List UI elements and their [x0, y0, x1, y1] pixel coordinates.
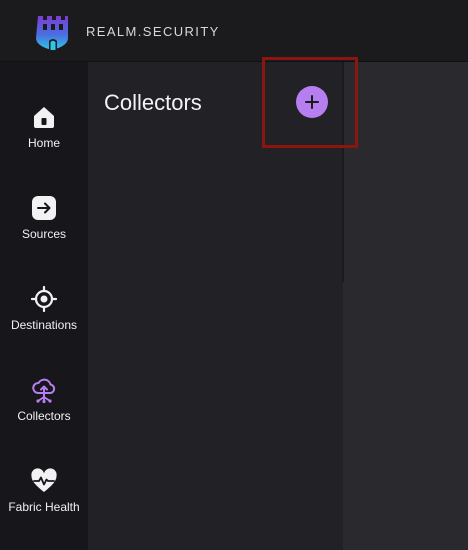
sidebar-item-destinations[interactable]: Destinations: [0, 285, 88, 355]
sidebar-item-label: Collectors: [17, 409, 71, 423]
sidebar-item-collectors[interactable]: Collectors: [0, 376, 88, 446]
top-bar: REALM.SECURITY: [0, 0, 468, 62]
sidebar-item-label: Fabric Health: [8, 500, 80, 514]
collectors-panel: [88, 62, 343, 550]
sidebar-item-home[interactable]: Home: [0, 103, 88, 173]
add-collector-button[interactable]: [296, 86, 328, 118]
home-icon: [34, 107, 54, 128]
page-title: Collectors: [104, 90, 202, 115]
sidebar: Home Sources Destinations Collectors Fab…: [0, 62, 88, 550]
main-content-area: [344, 62, 468, 550]
sidebar-item-label: Home: [27, 136, 60, 150]
sidebar-item-label: Sources: [21, 227, 67, 241]
heart-pulse-icon: [31, 468, 57, 492]
brand-name: REALM.SECURITY: [86, 24, 220, 39]
sidebar-item-label: Destinations: [10, 318, 78, 332]
arrow-right-square-icon: [32, 196, 56, 220]
plus-icon: [305, 95, 319, 109]
cloud-upload-network-icon: [32, 378, 56, 404]
sidebar-item-fabric-health[interactable]: Fabric Health: [0, 467, 88, 537]
crosshair-icon: [30, 285, 58, 313]
castle-tower-logo: [36, 16, 68, 50]
sidebar-item-sources[interactable]: Sources: [0, 194, 88, 264]
